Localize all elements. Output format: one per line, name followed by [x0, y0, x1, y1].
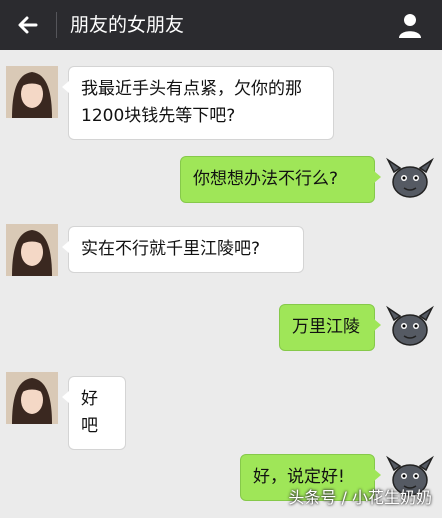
- friend-avatar[interactable]: [6, 372, 58, 424]
- message-bubble-outgoing: 你想想办法不行么?: [180, 156, 381, 203]
- message-text: 我最近手头有点紧，欠你的那1200块钱先等下吧?: [81, 79, 302, 126]
- header-divider: [56, 12, 57, 38]
- message-bubble-incoming: 好吧: [62, 376, 126, 450]
- message-text: 实在不行就千里江陵吧?: [81, 239, 261, 259]
- my-avatar[interactable]: [384, 152, 436, 204]
- message-bubble-incoming: 实在不行就千里江陵吧?: [62, 226, 304, 273]
- chat-header: 朋友的女朋友: [0, 0, 442, 50]
- person-icon[interactable]: [396, 11, 424, 39]
- message-bubble-outgoing: 万里江陵: [279, 304, 381, 351]
- watermark-text: 头条号 / 小花生奶奶: [288, 488, 432, 507]
- my-avatar[interactable]: [384, 300, 436, 352]
- back-arrow-icon[interactable]: [14, 11, 42, 39]
- message-bubble-incoming: 我最近手头有点紧，欠你的那1200块钱先等下吧?: [62, 66, 334, 140]
- friend-avatar[interactable]: [6, 224, 58, 276]
- message-text: 好吧: [81, 389, 98, 436]
- message-text: 你想想办法不行么?: [193, 169, 339, 189]
- friend-avatar[interactable]: [6, 66, 58, 118]
- chat-title: 朋友的女朋友: [70, 14, 185, 36]
- message-text: 万里江陵: [292, 317, 360, 337]
